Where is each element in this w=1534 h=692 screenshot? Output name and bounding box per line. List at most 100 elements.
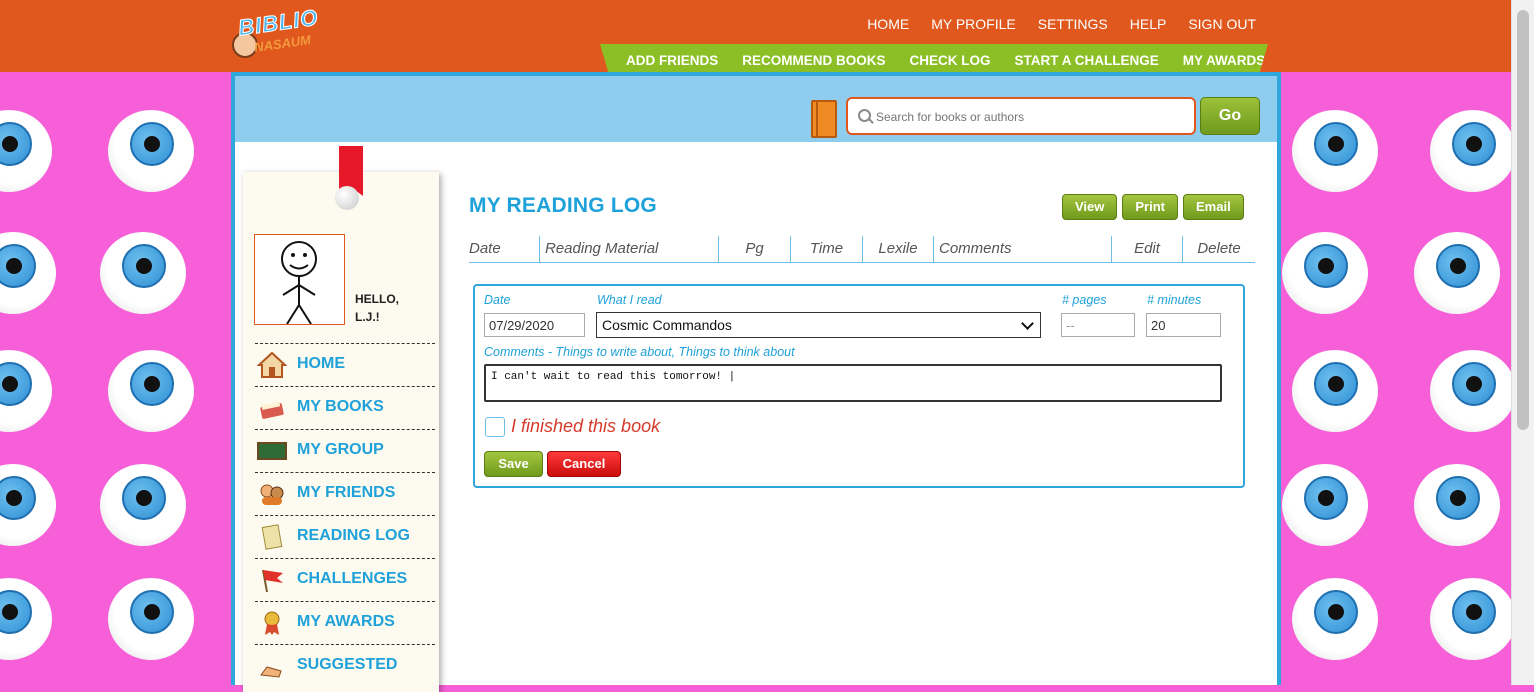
column-header-lexile: Lexile: [863, 236, 934, 262]
avatar[interactable]: [254, 234, 345, 325]
background-pattern-right: [1282, 72, 1512, 685]
book-select-value: Cosmic Commandos: [602, 317, 732, 333]
eyeball-decoration: [108, 578, 194, 660]
hand-icon: [260, 666, 282, 678]
log-table-header: Date Reading Material Pg Time Lexile Com…: [469, 236, 1255, 263]
eyeball-decoration: [0, 110, 52, 192]
sidebar-item-challenges[interactable]: CHALLENGES: [255, 558, 435, 601]
sidebar-item-suggested[interactable]: SUGGESTED: [255, 644, 435, 687]
sidebar-item-my-group[interactable]: MY GROUP: [255, 429, 435, 472]
pages-input[interactable]: --: [1061, 313, 1135, 337]
start-challenge-link[interactable]: START A CHALLENGE: [1015, 53, 1159, 68]
top-navigation: HOME MY PROFILE SETTINGS HELP SIGN OUT: [867, 16, 1256, 32]
minutes-label: # minutes: [1147, 293, 1202, 307]
site-logo[interactable]: BIBLIO NASAUM: [232, 4, 322, 64]
eyeball-decoration: [1414, 232, 1500, 314]
eyeball-decoration: [1430, 578, 1512, 660]
log-actions: View Print Email: [1062, 194, 1244, 220]
what-i-read-label: What I read: [597, 293, 662, 307]
column-header-time: Time: [791, 236, 863, 262]
book-icon: [811, 100, 837, 138]
eyeball-decoration: [108, 350, 194, 432]
eyeball-decoration: [100, 232, 186, 314]
search-icon: [858, 109, 871, 122]
greeting-name: L.J.!: [355, 310, 380, 324]
column-header-comments: Comments: [934, 236, 1112, 262]
sidebar-item-label: MY GROUP: [297, 441, 384, 458]
chalkboard-icon: [257, 442, 287, 460]
greeting: HELLO, L.J.!: [355, 290, 399, 326]
log-entry-form: Date What I read # pages # minutes 07/29…: [473, 284, 1245, 488]
eyeball-decoration: [100, 464, 186, 546]
print-button[interactable]: Print: [1122, 194, 1179, 220]
search-bar: Go: [235, 76, 1277, 142]
column-header-date: Date: [469, 236, 540, 262]
sidebar-item-label: READING LOG: [297, 527, 410, 544]
nav-settings-link[interactable]: SETTINGS: [1038, 16, 1108, 32]
sidebar-item-reading-log[interactable]: READING LOG: [255, 515, 435, 558]
add-friends-link[interactable]: ADD FRIENDS: [626, 53, 718, 68]
eyeball-decoration: [1282, 464, 1368, 546]
scrollbar-thumb[interactable]: [1517, 10, 1529, 430]
page-scrollbar[interactable]: [1511, 0, 1534, 685]
recommend-books-link[interactable]: RECOMMEND BOOKS: [742, 53, 885, 68]
sidebar: HELLO, L.J.! HOME MY BOOKS MY GROUP MY F…: [243, 146, 439, 692]
sidebar-nav: HOME MY BOOKS MY GROUP MY FRIENDS READIN…: [255, 343, 435, 687]
my-awards-link[interactable]: MY AWARDS: [1183, 53, 1266, 68]
eyeball-decoration: [1292, 110, 1378, 192]
sidebar-item-label: MY BOOKS: [297, 398, 384, 415]
search-input[interactable]: [874, 99, 1188, 135]
finished-checkbox[interactable]: [485, 417, 505, 437]
eyeball-decoration: [1430, 110, 1512, 192]
pages-label: # pages: [1062, 293, 1107, 307]
medal-icon: [264, 611, 280, 635]
sidebar-item-label: CHALLENGES: [297, 570, 408, 587]
view-button[interactable]: View: [1062, 194, 1118, 220]
save-button[interactable]: Save: [484, 451, 543, 477]
sidebar-item-label: HOME: [297, 355, 345, 372]
nav-home-link[interactable]: HOME: [867, 16, 909, 32]
eyeball-decoration: [1282, 232, 1368, 314]
chevron-down-icon: [1021, 317, 1034, 330]
search-go-button[interactable]: Go: [1200, 97, 1260, 135]
sidebar-item-home[interactable]: HOME: [255, 343, 435, 386]
book-select[interactable]: Cosmic Commandos: [596, 312, 1041, 338]
main-frame: Go HELLO, L.J.!: [231, 72, 1281, 692]
sidebar-item-my-friends[interactable]: MY FRIENDS: [255, 472, 435, 515]
eyeball-decoration: [0, 350, 52, 432]
check-log-link[interactable]: CHECK LOG: [910, 53, 991, 68]
sidebar-item-label: MY AWARDS: [297, 613, 395, 630]
nav-help-link[interactable]: HELP: [1130, 16, 1167, 32]
date-label: Date: [484, 293, 511, 307]
finished-label[interactable]: I finished this book: [511, 416, 660, 437]
greeting-line: HELLO,: [355, 292, 399, 306]
books-icon: [260, 401, 284, 419]
eyeball-decoration: [108, 110, 194, 192]
page-title: MY READING LOG: [469, 194, 657, 217]
friends-icon: [260, 484, 284, 505]
nav-my-profile-link[interactable]: MY PROFILE: [931, 16, 1016, 32]
column-header-reading-material: Reading Material: [540, 236, 719, 262]
cancel-button[interactable]: Cancel: [547, 451, 621, 477]
pin-icon: [335, 186, 359, 210]
nav-sign-out-link[interactable]: SIGN OUT: [1188, 16, 1256, 32]
eyeball-decoration: [0, 464, 56, 546]
eyeball-decoration: [1414, 464, 1500, 546]
background-pattern-left: [0, 72, 232, 685]
sidebar-item-label: MY FRIENDS: [297, 484, 396, 501]
scroll-icon: [261, 524, 283, 550]
email-button[interactable]: Email: [1183, 194, 1244, 220]
minutes-input[interactable]: 20: [1146, 313, 1221, 337]
column-header-delete: Delete: [1197, 240, 1241, 257]
flag-icon: [262, 569, 283, 593]
date-input[interactable]: 07/29/2020: [484, 313, 585, 337]
comments-label: Comments - Things to write about, Things…: [484, 345, 795, 359]
sidebar-item-label: SUGGESTED: [297, 656, 398, 673]
eyeball-decoration: [0, 232, 56, 314]
sidebar-item-my-books[interactable]: MY BOOKS: [255, 386, 435, 429]
eyeball-decoration: [0, 578, 52, 660]
sidebar-item-my-awards[interactable]: MY AWARDS: [255, 601, 435, 644]
comments-textarea[interactable]: I can't wait to read this tomorrow! |: [484, 364, 1222, 402]
house-icon: [257, 352, 287, 378]
column-header-pages: Pg: [719, 236, 791, 262]
